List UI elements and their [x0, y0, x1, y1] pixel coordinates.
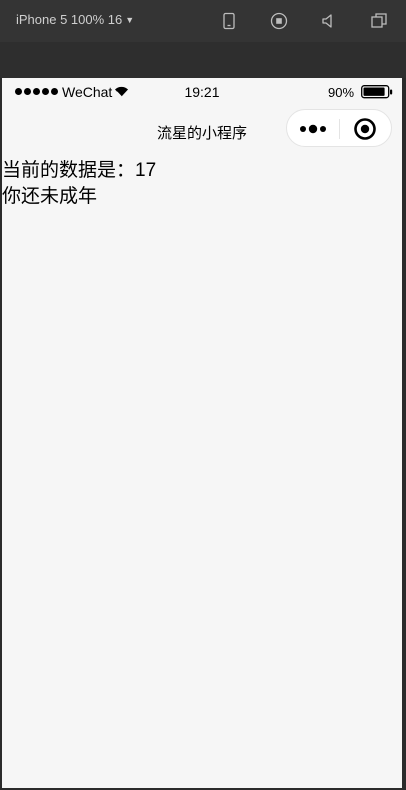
battery-percent: 90%: [328, 85, 355, 100]
page-content: 当前的数据是：17 你还未成年: [2, 158, 402, 210]
devtools-toolbar: iPhone 5 100% 16 ▼: [0, 0, 406, 42]
battery-icon: [361, 85, 393, 99]
more-dots-icon[interactable]: [297, 118, 333, 140]
devtools-spacer: [0, 42, 406, 78]
caret-down-icon: ▼: [125, 15, 135, 25]
nav-bar: 流星的小程序: [2, 106, 402, 150]
sound-icon[interactable]: [320, 12, 338, 30]
menu-capsule: [286, 109, 392, 147]
record-icon[interactable]: [270, 12, 288, 30]
window-icon[interactable]: [370, 12, 388, 30]
status-bar: WeChat 19:21 90%: [2, 78, 402, 106]
age-status-text: 你还未成年: [2, 186, 98, 207]
device-select[interactable]: iPhone 5 100% 16 ▼: [16, 12, 134, 27]
phone-icon[interactable]: [220, 12, 238, 30]
target-close-icon[interactable]: [353, 117, 377, 141]
device-label: iPhone 5 100% 16: [16, 12, 123, 27]
capsule-divider: [339, 119, 340, 139]
phone-simulator: WeChat 19:21 90% 流星的小程序 当前的数据是：17 你还未成年: [2, 78, 402, 788]
data-value-text: 当前的数据是：17: [2, 160, 157, 181]
